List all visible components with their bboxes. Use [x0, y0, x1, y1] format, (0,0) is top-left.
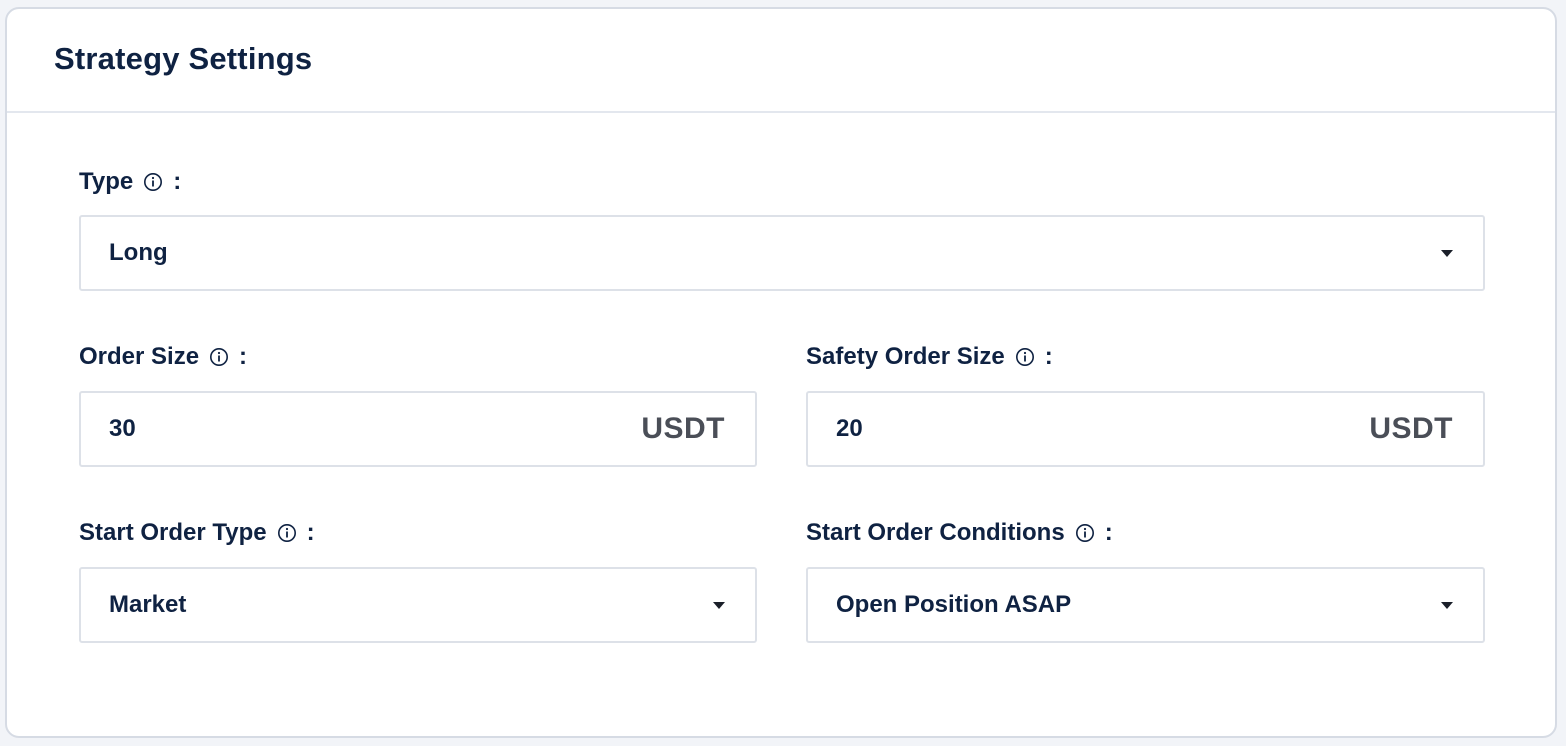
- info-icon[interactable]: [209, 347, 229, 367]
- order-size-label: Order Size :: [79, 342, 247, 372]
- strategy-settings-card: Strategy Settings Type : Long Order Size…: [5, 7, 1557, 738]
- safety-order-size-label-colon: :: [1044, 343, 1053, 370]
- card-title: Strategy Settings: [54, 41, 313, 76]
- order-size-unit: USDT: [641, 412, 725, 445]
- start-order-conditions-select-value: Open Position ASAP: [836, 591, 1072, 618]
- caret-down-icon: [713, 601, 725, 609]
- start-order-conditions-label: Start Order Conditions :: [806, 518, 1113, 548]
- info-icon[interactable]: [143, 172, 163, 192]
- type-label-text: Type: [79, 168, 134, 195]
- start-order-type-label-colon: :: [306, 519, 315, 546]
- start-order-conditions-select[interactable]: Open Position ASAP: [806, 567, 1485, 643]
- order-size-input-value: 30: [109, 415, 136, 442]
- start-order-conditions-label-text: Start Order Conditions: [806, 519, 1065, 546]
- type-label: Type :: [79, 167, 181, 197]
- start-order-type-select[interactable]: Market: [79, 567, 757, 643]
- type-select-value: Long: [109, 239, 168, 266]
- safety-order-size-unit: USDT: [1369, 412, 1453, 445]
- start-order-type-label: Start Order Type :: [79, 518, 315, 548]
- safety-order-size-label: Safety Order Size :: [806, 342, 1053, 372]
- start-order-conditions-label-colon: :: [1104, 519, 1113, 546]
- card-header: Strategy Settings: [7, 9, 1555, 113]
- type-label-colon: :: [173, 168, 182, 195]
- caret-down-icon: [1441, 601, 1453, 609]
- info-icon[interactable]: [277, 523, 297, 543]
- info-icon[interactable]: [1075, 523, 1095, 543]
- safety-order-size-label-text: Safety Order Size: [806, 343, 1005, 370]
- type-select[interactable]: Long: [79, 215, 1485, 291]
- safety-order-size-input[interactable]: 20 USDT: [806, 391, 1485, 467]
- start-order-type-select-value: Market: [109, 591, 187, 618]
- safety-order-size-input-value: 20: [836, 415, 863, 442]
- order-size-label-colon: :: [239, 343, 248, 370]
- caret-down-icon: [1441, 249, 1453, 257]
- order-size-input[interactable]: 30 USDT: [79, 391, 757, 467]
- start-order-type-label-text: Start Order Type: [79, 519, 267, 546]
- order-size-label-text: Order Size: [79, 343, 200, 370]
- info-icon[interactable]: [1015, 347, 1035, 367]
